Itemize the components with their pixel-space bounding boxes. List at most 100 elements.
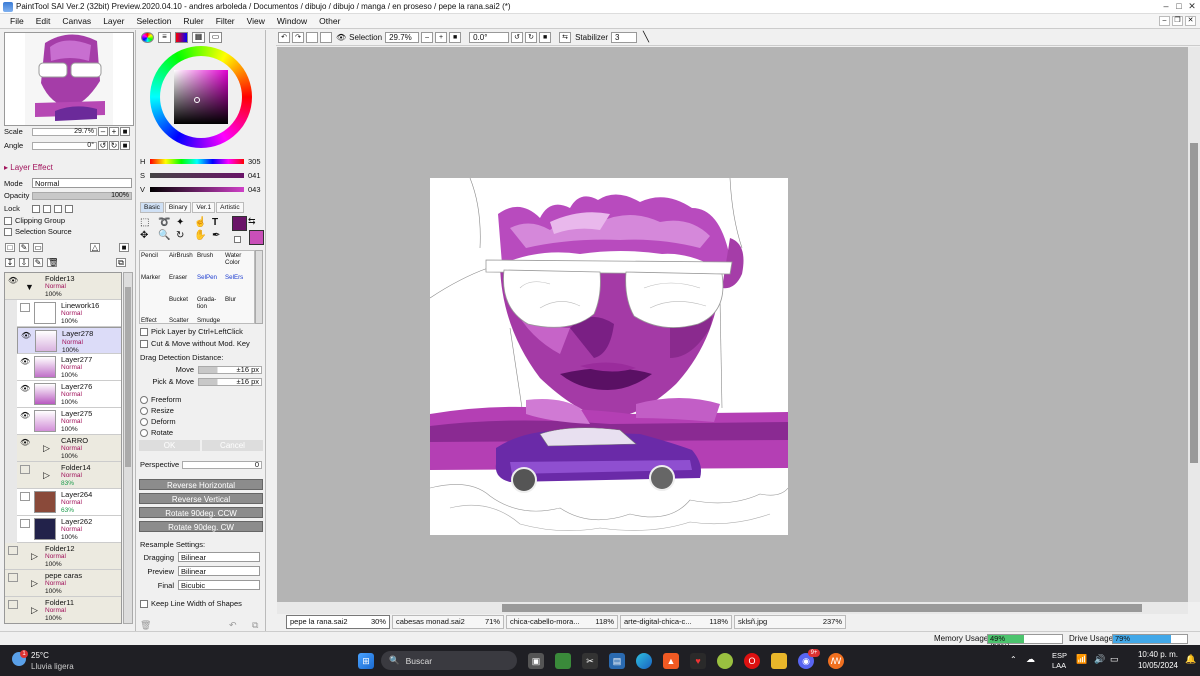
angle-slider[interactable]: 0° [32,141,97,150]
color-wheel-tab-icon[interactable] [141,32,154,43]
secondary-color-swatch[interactable] [249,230,264,245]
rotate-option[interactable]: Rotate [140,428,173,437]
eyedropper-icon[interactable]: ✒ [212,230,228,241]
move-icon[interactable]: ✥ [140,230,156,241]
freeform-radio[interactable] [140,395,148,404]
tool-grid-scrollbar[interactable] [255,250,263,324]
doc-restore-button[interactable]: ❐ [1172,16,1183,26]
keep-line-width-checkbox[interactable] [140,599,148,608]
selpen-tool[interactable]: SelPen [197,274,225,296]
zoom-in-icon[interactable]: + [435,32,448,43]
sai-icon[interactable]: ♥ [690,653,706,669]
move-distance-slider[interactable]: ±16 px [198,365,262,374]
zoom-reset-icon[interactable]: ■ [449,32,462,43]
marker-tool[interactable]: Marker [141,274,169,296]
saturation-slider[interactable] [150,172,244,178]
invert-selection-icon[interactable] [320,32,332,43]
doc-tab-chica-cabello[interactable]: chica-cabello-mora... 118% [506,615,618,629]
task-view-icon[interactable]: ▣ [528,653,544,669]
edge-icon[interactable] [636,653,652,669]
rotate-reset-button[interactable]: ■ [120,141,130,150]
folder-icon[interactable] [771,653,787,669]
rect-select-icon[interactable]: ⬚ [140,217,156,228]
app-green-icon[interactable] [555,653,571,669]
canvas-viewport[interactable] [277,47,1188,602]
new-layer-icon[interactable]: □ [5,243,15,252]
delete-layer-icon[interactable]: 🗑 [47,258,58,267]
layer-effect-header[interactable]: ▸ Layer Effect [4,163,53,172]
scroll-thumb[interactable] [125,287,131,467]
notifications-icon[interactable]: 🔔 [1185,654,1196,665]
line-tool-icon[interactable]: ╲ [643,32,649,43]
doc-close-button[interactable]: ✕ [1185,16,1196,26]
clear-layer-icon[interactable]: ✎ [33,258,43,267]
cancel-button[interactable]: Cancel [202,440,263,451]
file-explorer-icon[interactable]: ▤ [609,653,625,669]
tab-basic[interactable]: Basic [140,202,164,213]
lock-position-icon[interactable] [54,204,62,213]
smudge-tool[interactable]: Smudge [197,317,225,325]
primary-color-swatch[interactable] [232,216,247,231]
app-orange-icon[interactable]: ꟿ [828,653,844,669]
undo-icon[interactable]: ↶ [278,32,290,43]
layer-item[interactable]: Linework16 Normal 100% [17,300,121,327]
visibility-eye-icon[interactable]: 👁 [20,411,30,420]
minimize-button[interactable]: – [1160,1,1172,12]
layer-item[interactable]: 👁 ▷ CARRO Normal 100% [17,435,121,462]
hand-icon[interactable]: ☝ [194,217,210,228]
visibility-box[interactable] [20,303,30,312]
layer-item[interactable]: 👁 ▼ Folder13 Normal 100% [5,273,121,300]
layer-item-selected[interactable]: 👁 Layer278 Normal 100% [17,327,121,354]
layer-item[interactable]: Layer262 Normal 100% [17,516,121,543]
gradation-tool[interactable]: Grada-tion [197,296,225,318]
folder-collapsed-icon[interactable]: ▷ [31,551,38,562]
menu-window[interactable]: Window [277,16,307,26]
preview-select[interactable]: Bilinear [178,566,260,576]
new-linework-icon[interactable]: ✎ [19,243,29,252]
ok-button[interactable]: OK [139,440,200,451]
folder-expanded-icon[interactable]: ▼ [25,282,34,292]
show-hidden-icons[interactable]: ⌃ [1010,655,1017,664]
doc-tab-sklsn[interactable]: sklsñ.jpg 237% [734,615,846,629]
zoom-field[interactable]: 29.7% [385,32,420,43]
selerase-tool[interactable]: SelErs [225,274,253,296]
rotate-cw-icon[interactable]: ↻ [525,32,538,43]
history-options-icon[interactable]: ⧉ [252,620,258,631]
rotate-reset-icon[interactable]: ■ [539,32,552,43]
rotate-icon[interactable]: ↻ [176,230,192,241]
visibility-eye-icon[interactable]: 👁 [20,438,30,447]
close-button[interactable]: ✕ [1186,1,1198,12]
brave-icon[interactable]: ▲ [663,653,679,669]
layer-mask-icon[interactable]: △ [90,243,100,252]
menu-selection[interactable]: Selection [136,16,171,26]
watercolor-tool[interactable]: Water Color [225,252,253,274]
bucket-tool[interactable]: Bucket [169,296,197,318]
folder-collapsed-icon[interactable]: ▷ [43,443,50,454]
doc-tab-cabesas-monad[interactable]: cabesas monad.sai2 71% [392,615,504,629]
canvas-horizontal-scrollbar[interactable] [277,602,1188,614]
layer-item[interactable]: 👁 Layer276 Normal 100% [17,381,121,408]
deform-option[interactable]: Deform [140,417,176,426]
doc-tab-pepe-la-rana[interactable]: pepe la rana.sai2 30% [286,615,390,629]
clock-date[interactable]: 10/05/2024 [1130,661,1178,670]
scale-slider[interactable]: 29.7% [32,127,97,136]
menu-file[interactable]: File [10,16,24,26]
perspective-slider[interactable]: 0 [182,460,262,469]
canvas-vertical-scrollbar[interactable] [1188,47,1200,602]
start-icon[interactable]: ⊞ [358,653,374,669]
zoom-icon[interactable]: 🔍 [158,230,174,241]
selection-visibility-icon[interactable]: 👁 [336,33,346,42]
reverse-horizontal-button[interactable]: Reverse Horizontal [139,479,263,490]
flip-view-icon[interactable]: ⇆ [559,32,572,43]
hand-pan-icon[interactable]: ✋ [194,230,210,241]
folder-collapsed-icon[interactable]: ▷ [31,605,38,616]
visibility-box[interactable] [8,600,18,609]
rotate-cw-button[interactable]: Rotate 90deg. CW [139,521,263,532]
blend-mode-select[interactable]: Normal [32,178,132,188]
visibility-box[interactable] [20,465,30,474]
eraser-tool[interactable]: Eraser [169,274,197,296]
reverse-vertical-button[interactable]: Reverse Vertical [139,493,263,504]
onedrive-icon[interactable]: ☁ [1026,654,1035,665]
color-palette-tab-icon[interactable] [175,32,188,43]
tab-binary[interactable]: Binary [164,202,192,213]
